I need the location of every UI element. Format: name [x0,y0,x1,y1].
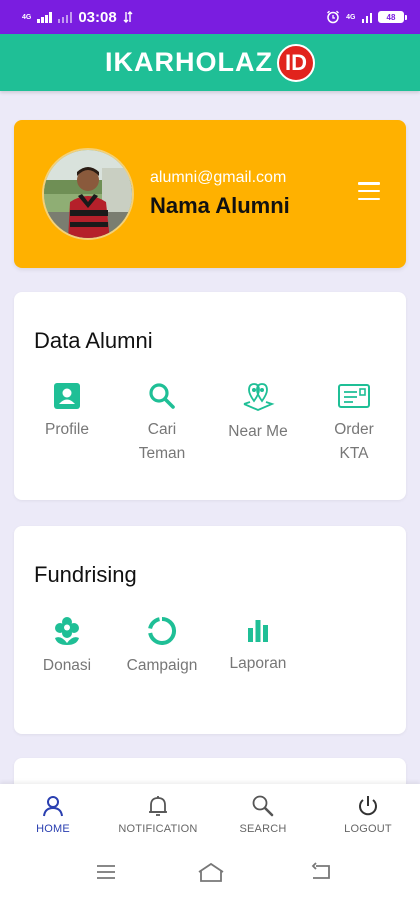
back-icon[interactable] [310,862,332,882]
menu-label-campaign: Campaign [126,657,198,674]
signal-icon-secondary [57,11,73,23]
menu-item-laporan[interactable]: Laporan [218,616,298,676]
profile-card-icon [54,383,80,409]
data-alumni-card: Data Alumni Profile Cari Teman Near Me O… [14,292,406,500]
recent-apps-icon[interactable] [96,862,116,882]
nav-logout[interactable]: LOGOUT [318,794,418,835]
battery-icon: 48 [378,11,407,23]
menu-label-donasi: Donasi [42,657,92,674]
menu-label-order-kta: Order KTA [334,421,374,462]
status-right: 4G 48 [326,10,407,24]
avatar[interactable] [42,148,134,240]
menu-item-cari-teman[interactable]: Cari Teman [122,382,202,466]
nav-label-home: HOME [36,823,70,835]
nav-search[interactable]: SEARCH [213,794,313,835]
avatar-photo [44,150,132,238]
system-nav-bar [0,846,420,900]
nav-home[interactable]: HOME [3,794,103,835]
network-badge-right: 4G [346,13,356,21]
id-card-icon [338,384,370,408]
nav-label-notification: NOTIFICATION [118,823,198,835]
fundrising-card: Fundrising Donasi Campaign Laporan [14,526,406,734]
user-icon [43,796,63,817]
signal-icon [37,11,52,23]
wifi-signal-icon [361,12,372,23]
menu-label-profile: Profile [45,421,89,438]
app-bar: IKARHOLAZ ID [0,34,420,91]
bottom-nav: HOME NOTIFICATION SEARCH LOGOUT [0,784,420,846]
ring-icon [148,616,176,645]
menu-label-laporan: Laporan [229,655,287,672]
map-pin-icon [243,383,275,411]
data-alumni-title: Data Alumni [34,328,153,353]
home-icon[interactable] [197,862,225,884]
status-left: 4G 03:08 [22,9,133,26]
fundrising-title: Fundrising [34,562,137,587]
menu-item-order-kta[interactable]: Order KTA [314,382,394,466]
menu-item-profile[interactable]: Profile [27,382,107,442]
nav-label-logout: LOGOUT [344,823,392,835]
menu-label-cari-teman: Cari Teman [138,421,186,462]
menu-item-donasi[interactable]: Donasi [27,616,107,678]
alarm-icon [327,10,340,24]
brand-badge: ID [276,43,315,82]
bar-chart-icon [248,620,268,642]
menu-label-near-me: Near Me [228,423,288,440]
status-bar: 4G 03:08 4G 48 [0,0,420,34]
menu-item-campaign[interactable]: Campaign [122,616,202,678]
nav-notification[interactable]: NOTIFICATION [108,794,208,835]
power-icon [359,796,377,816]
profile-name: Nama Alumni [150,193,290,218]
bell-icon [149,796,167,816]
brand-text: IKARHOLAZ [105,47,273,77]
search-icon [149,383,175,409]
flower-icon [55,617,79,645]
data-activity-icon [123,11,133,23]
brand-logo: IKARHOLAZ ID [105,43,315,82]
profile-card: alumni@gmail.com Nama Alumni [14,120,406,268]
status-time: 03:08 [78,8,117,26]
search-icon [252,795,274,817]
nav-label-search: SEARCH [239,823,287,835]
menu-item-near-me[interactable]: Near Me [218,382,298,444]
hamburger-icon[interactable] [358,182,380,200]
profile-email: alumni@gmail.com [150,169,287,186]
network-badge: 4G [22,13,32,21]
